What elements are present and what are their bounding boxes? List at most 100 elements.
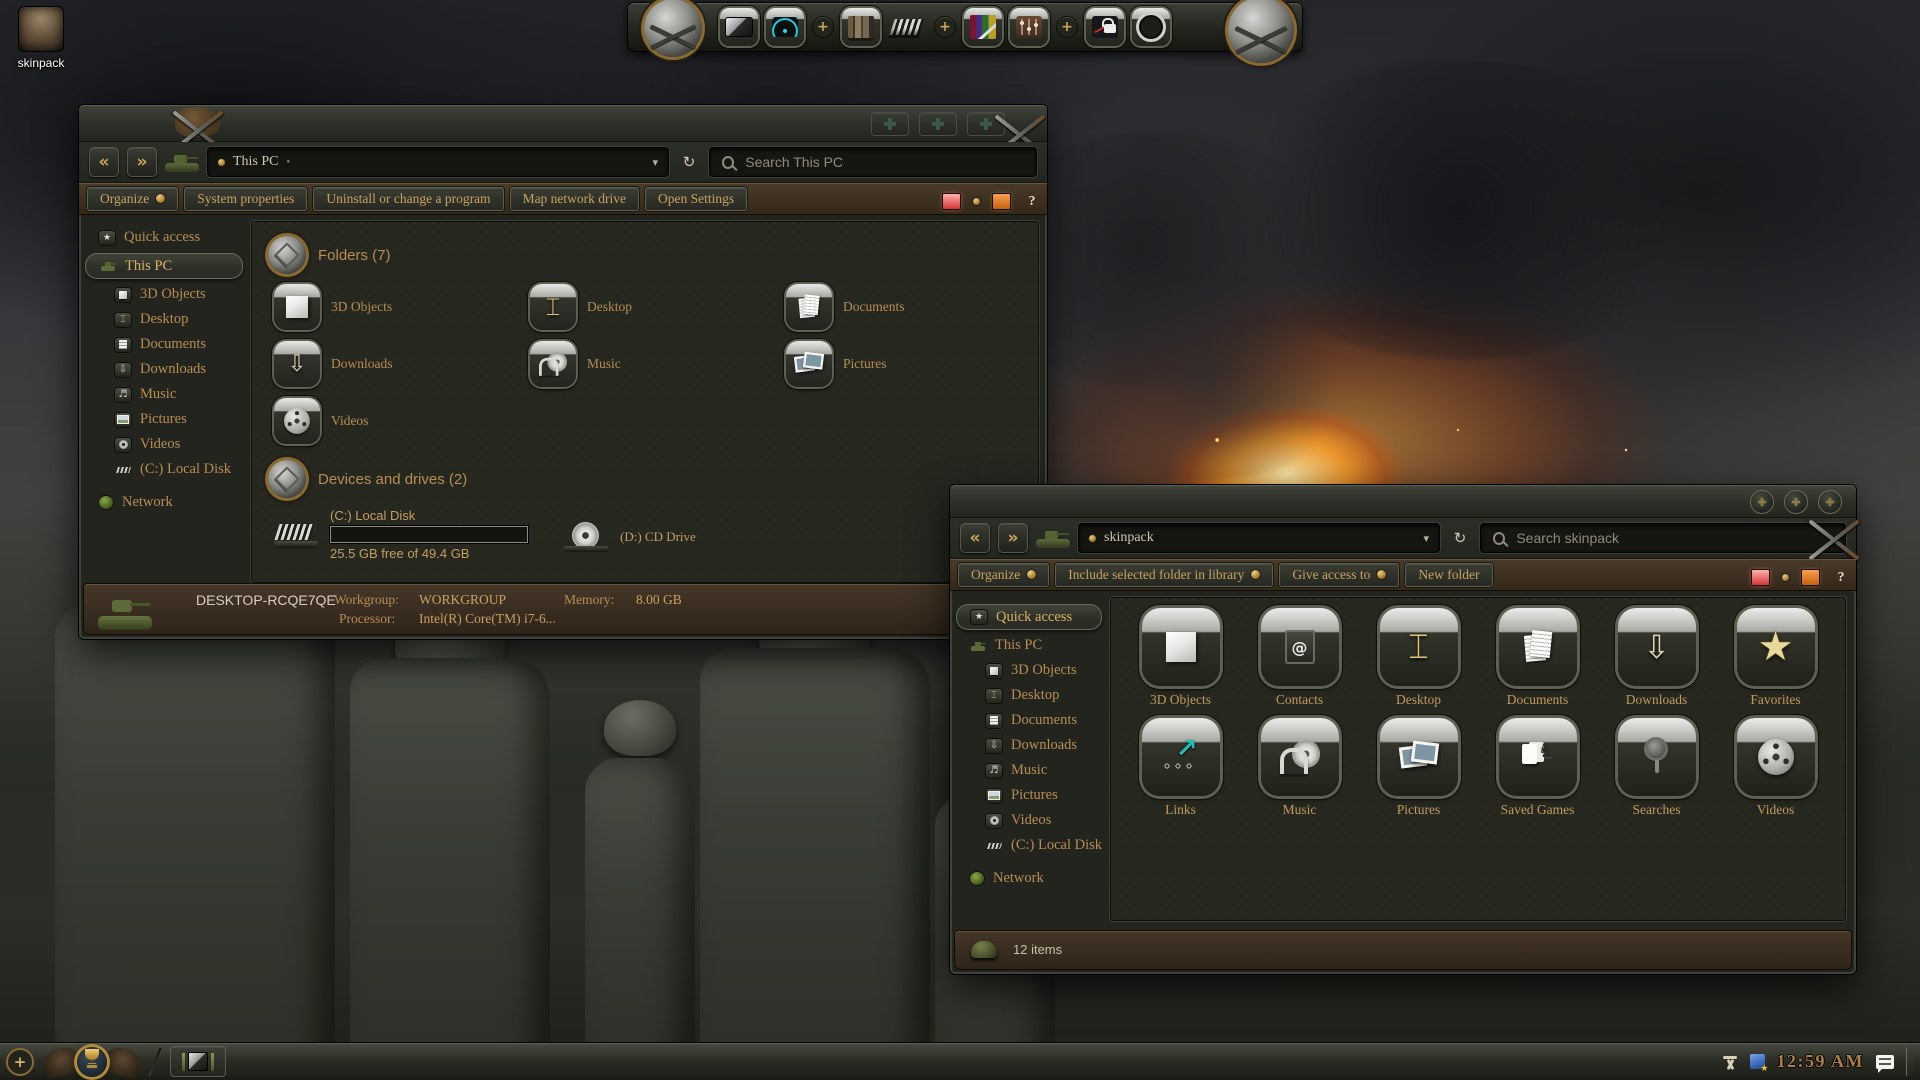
sidebar-item-pictures[interactable]: Pictures [79, 407, 251, 432]
security-monitor-icon[interactable] [1086, 8, 1124, 46]
sidebar-item-downloads[interactable]: ⇩Downloads [79, 357, 251, 382]
audio-mixer-icon[interactable] [1010, 8, 1048, 46]
file-explorer-taskbar-button[interactable] [170, 1046, 226, 1077]
sidebar-item-this-pc[interactable]: This PC [85, 253, 243, 279]
close-button[interactable] [1818, 490, 1842, 514]
change-view-icon[interactable] [1751, 569, 1770, 586]
sidebar-item-videos[interactable]: Videos [79, 432, 251, 457]
taskbar-clock[interactable]: 12:59 AM [1777, 1051, 1865, 1072]
show-desktop-button[interactable] [1906, 1047, 1914, 1076]
address-bar[interactable]: This PC • ▾ [207, 147, 669, 177]
system-properties-button[interactable]: System properties [184, 187, 307, 211]
maximize-button[interactable] [919, 112, 957, 136]
sidebar-item-network[interactable]: Network [79, 490, 251, 515]
minimize-button[interactable] [871, 112, 909, 136]
folder-tile-downloads[interactable]: ⇩Downloads [274, 341, 530, 387]
help-button[interactable]: ? [1023, 194, 1041, 210]
virtualbox-tray-icon[interactable] [1750, 1054, 1765, 1069]
item-contacts[interactable]: @Contacts [1240, 608, 1359, 708]
display-calibration-icon[interactable] [964, 8, 1002, 46]
item-3d-objects[interactable]: 3D Objects [1121, 608, 1240, 708]
search-box[interactable] [709, 147, 1037, 177]
preview-pane-icon[interactable] [992, 193, 1011, 210]
change-view-icon[interactable] [942, 193, 961, 210]
window1-titlebar[interactable] [79, 105, 1047, 142]
sidebar-item-local-disk[interactable]: (C:) Local Disk [950, 833, 1110, 858]
refresh-icon[interactable]: ↻ [677, 153, 701, 171]
new-folder-button[interactable]: New folder [1405, 563, 1492, 587]
sidebar-item-documents[interactable]: Documents [950, 708, 1110, 733]
item-downloads[interactable]: ⇩Downloads [1597, 608, 1716, 708]
maximize-button[interactable] [1784, 490, 1808, 514]
sidebar-item-music[interactable]: ♬Music [950, 758, 1110, 783]
add-icon[interactable]: + [812, 16, 834, 38]
settings-ring-icon[interactable] [1132, 8, 1170, 46]
world-emblem-icon[interactable] [1228, 0, 1294, 63]
address-dropdown-chevron[interactable]: ▾ [1423, 532, 1429, 545]
library-books-icon[interactable] [842, 8, 880, 46]
wireless-icon[interactable] [766, 8, 804, 46]
map-network-drive-button[interactable]: Map network drive [510, 187, 639, 211]
item-pictures[interactable]: Pictures [1359, 718, 1478, 818]
desktop-shortcut-skinpack[interactable]: skinpack [8, 6, 74, 70]
organize-button[interactable]: Organize [87, 187, 178, 211]
search-box[interactable] [1480, 523, 1846, 553]
sidebar-item-desktop[interactable]: ⌶Desktop [79, 307, 251, 332]
forward-button[interactable]: » [127, 147, 157, 177]
world-emblem-icon[interactable] [644, 0, 702, 57]
ramp-device-icon[interactable] [888, 8, 926, 46]
notification-center-icon[interactable] [1876, 1055, 1894, 1069]
preview-pane-icon[interactable] [1801, 569, 1820, 586]
item-desktop[interactable]: ⌶Desktop [1359, 608, 1478, 708]
folder-tile-desktop[interactable]: ⌶Desktop [530, 284, 786, 330]
start-button[interactable] [44, 1043, 140, 1080]
sidebar-item-downloads[interactable]: ⇩Downloads [950, 733, 1110, 758]
address-dropdown-chevron[interactable]: ▾ [652, 156, 658, 169]
folder-tile-music[interactable]: Music [530, 341, 786, 387]
sidebar-item-desktop[interactable]: ⌶Desktop [950, 683, 1110, 708]
close-button[interactable] [967, 112, 1005, 136]
view-dropdown-icon[interactable] [1782, 574, 1789, 581]
sidebar-item-music[interactable]: ♬Music [79, 382, 251, 407]
sidebar-item-quick-access[interactable]: ★Quick access [956, 604, 1102, 630]
sidebar-item-local-disk[interactable]: (C:) Local Disk [79, 457, 251, 482]
back-button[interactable]: « [89, 147, 119, 177]
sidebar-item-pictures[interactable]: Pictures [950, 783, 1110, 808]
forward-button[interactable]: » [998, 523, 1028, 553]
sidebar-item-network[interactable]: Network [950, 866, 1110, 891]
uninstall-program-button[interactable]: Uninstall or change a program [313, 187, 503, 211]
item-saved-games[interactable]: Saved Games [1478, 718, 1597, 818]
minimize-button[interactable] [1750, 490, 1774, 514]
display-icon[interactable] [720, 8, 758, 46]
item-favorites[interactable]: ★Favorites [1716, 608, 1835, 708]
add-icon[interactable]: + [6, 1048, 34, 1076]
item-links[interactable]: Links [1121, 718, 1240, 818]
item-searches[interactable]: Searches [1597, 718, 1716, 818]
give-access-button[interactable]: Give access to [1279, 563, 1399, 587]
folder-tile-documents[interactable]: Documents [786, 284, 1039, 330]
back-button[interactable]: « [960, 523, 990, 553]
sidebar-item-3d-objects[interactable]: 3D Objects [79, 282, 251, 307]
sidebar-item-quick-access[interactable]: ★Quick access [79, 225, 251, 250]
item-music[interactable]: Music [1240, 718, 1359, 818]
include-in-library-button[interactable]: Include selected folder in library [1055, 563, 1273, 587]
drive-tile-cd[interactable]: (D:) CD Drive [564, 522, 696, 552]
breadcrumb[interactable]: This PC [233, 154, 279, 170]
folder-tile-pictures[interactable]: Pictures [786, 341, 1039, 387]
window2-titlebar[interactable] [950, 485, 1856, 518]
breadcrumb[interactable]: skinpack [1104, 530, 1154, 546]
group-header-folders[interactable]: Folders (7) [268, 236, 1022, 274]
sidebar-item-videos[interactable]: Videos [950, 808, 1110, 833]
address-bar[interactable]: skinpack ▾ [1078, 523, 1440, 553]
sidebar-item-documents[interactable]: Documents [79, 332, 251, 357]
add-icon[interactable]: + [934, 16, 956, 38]
sidebar-item-this-pc[interactable]: This PC [950, 633, 1110, 658]
item-documents[interactable]: Documents [1478, 608, 1597, 708]
group-header-devices[interactable]: Devices and drives (2) [268, 460, 1022, 498]
search-input[interactable] [1514, 529, 1833, 547]
drive-tile-local-disk[interactable]: (C:) Local Disk 25.5 GB free of 49.4 GB [274, 508, 528, 561]
folder-tile-videos[interactable]: Videos [274, 398, 530, 444]
open-settings-button[interactable]: Open Settings [645, 187, 747, 211]
item-videos[interactable]: Videos [1716, 718, 1835, 818]
organize-button[interactable]: Organize [958, 563, 1049, 587]
